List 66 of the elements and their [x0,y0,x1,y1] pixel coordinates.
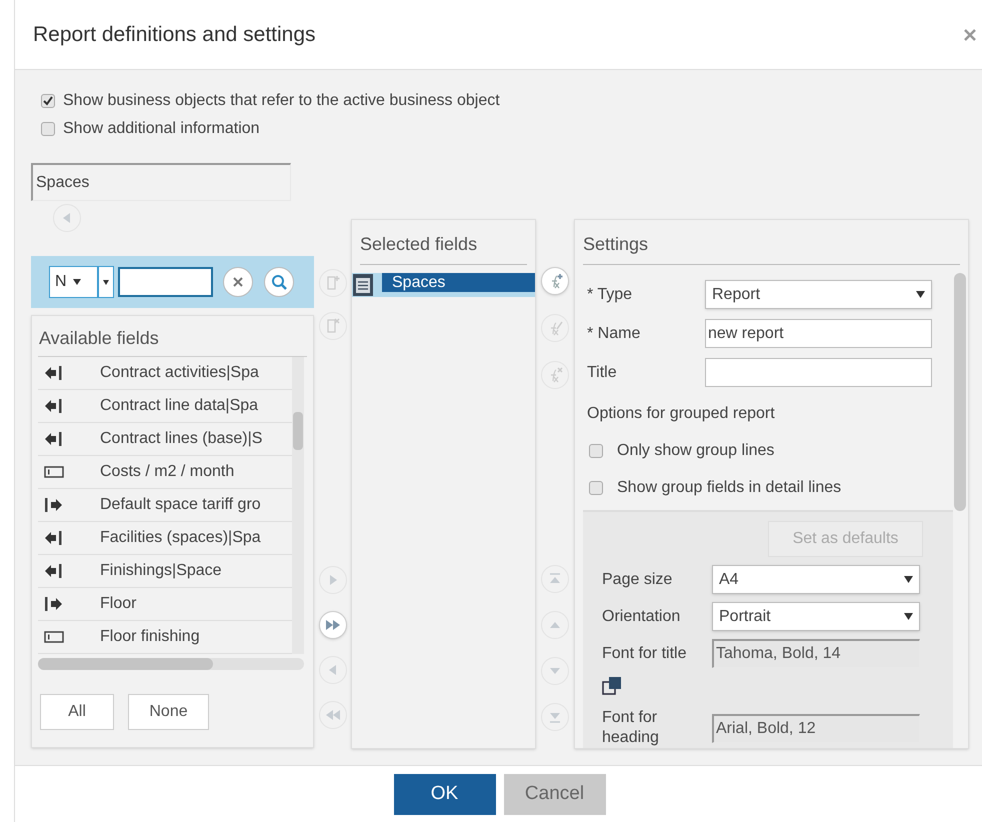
search-button[interactable] [264,267,294,297]
search-icon [271,274,287,290]
mode-select[interactable]: N [49,266,98,298]
arrow-left-bar-icon [44,530,64,546]
readonly-field: Tahoma, Bold, 14 [712,639,920,668]
field-label: * Type [587,284,634,304]
field-label: * Name [587,324,642,344]
double-triangle-left-icon [324,707,340,723]
text-field[interactable]: new report [705,319,932,348]
dialog-title: Report definitions and settings [33,22,316,48]
selected-field-item[interactable]: Spaces [382,273,535,292]
field-label: Page size [602,570,674,590]
field-box-icon [44,629,64,645]
field-label: Font for heading [602,708,660,748]
caret-icon [103,280,109,284]
close-icon [232,276,244,288]
section-label: Options for grouped report [587,404,776,424]
field-label: Title [587,362,618,382]
arrow-left-bar-icon [44,431,64,447]
arrow-left-bar-icon [44,398,64,414]
document-plus-icon [324,275,340,291]
readonly-field: Arial, Bold, 12 [712,714,920,742]
arrow-left-bar-icon [44,365,64,381]
checkbox[interactable] [589,444,603,458]
back-button[interactable] [53,204,81,232]
option-label: Show business objects that refer to the active business object [63,91,500,111]
bar-arrow-right-icon [44,596,64,612]
operator-select[interactable] [98,266,114,298]
option-label: Show additional information [63,119,260,139]
panel-title: Settings [583,220,960,265]
dropdown[interactable]: Portrait [712,602,920,631]
checkbox[interactable] [41,94,55,108]
caret-icon [916,291,925,298]
search-field[interactable] [118,267,213,297]
dialog-button[interactable]: OK [394,774,496,814]
clear-button[interactable] [223,267,253,297]
caret-icon [72,279,81,285]
document-x-icon [324,318,340,334]
arrow-left-bar-icon [44,563,64,579]
scrollbar[interactable] [38,658,304,670]
close-icon [963,28,977,42]
check-icon [43,96,53,106]
field-label: Orientation [602,606,682,626]
caret-icon [904,613,913,620]
option-label: Only show group lines [617,441,774,461]
caret-icon [904,576,913,583]
object-field[interactable]: Spaces [31,163,291,201]
scrollbar[interactable] [292,357,304,654]
tool-button[interactable] [318,611,346,639]
tool-button[interactable] [541,267,569,295]
font-dialog-icon [602,676,622,696]
panel-title: Available fields [38,327,160,350]
panel-title: Selected fields [360,220,527,265]
checkbox[interactable] [41,122,55,136]
option-label: Show group fields in detail lines [617,478,842,498]
dropdown[interactable]: A4 [712,565,920,594]
field-label: Font for title [602,644,688,664]
checkbox[interactable] [589,481,603,495]
select-button[interactable]: All [40,694,114,730]
dropdown[interactable]: Report [705,280,932,309]
double-triangle-right-icon [324,617,340,633]
field-box-icon [44,464,64,480]
scrollbar[interactable] [954,273,966,511]
bar-arrow-right-icon [44,497,64,513]
select-button[interactable]: None [128,694,209,730]
text-field[interactable] [705,358,932,387]
